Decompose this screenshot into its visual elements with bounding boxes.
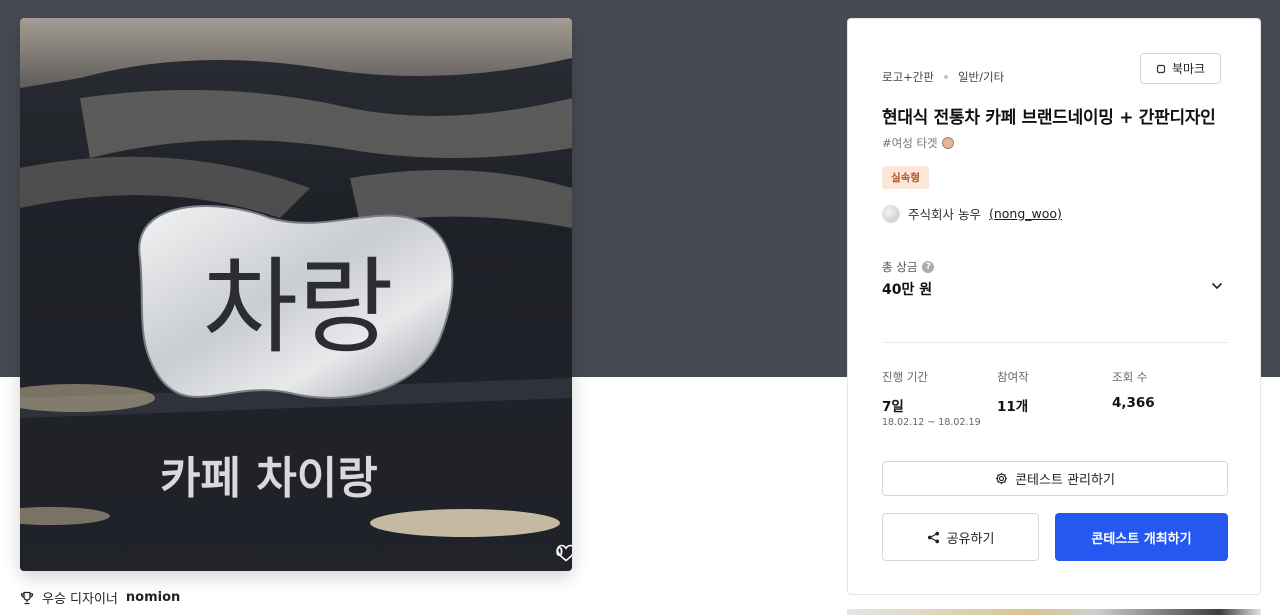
- prize-label-text: 총 상금: [882, 260, 918, 274]
- gear-icon: [996, 472, 1008, 485]
- category-separator: [943, 75, 948, 79]
- share-icon: [927, 531, 939, 543]
- target-tag-text: #여성 타겟: [882, 136, 938, 150]
- plan-type-badge: 실속형: [882, 166, 929, 189]
- entries-value: 11개: [997, 399, 1029, 415]
- divider: [882, 342, 1228, 343]
- bookmark-button[interactable]: 북마크: [1140, 53, 1221, 84]
- category-secondary[interactable]: 일반/기타: [958, 69, 1004, 85]
- bookmark-icon: [1156, 64, 1166, 73]
- trophy-icon: [20, 591, 34, 604]
- winner-label: 우승 디자이너: [42, 592, 118, 607]
- prize-label: 총 상금 ?: [882, 259, 935, 275]
- host-name: 주식회사 농우: [908, 207, 981, 222]
- host-info[interactable]: 주식회사 농우 (nong_woo): [882, 204, 1062, 223]
- help-icon[interactable]: ?: [922, 261, 935, 273]
- views-value: 4,366: [1112, 395, 1155, 411]
- category-breadcrumb: 로고+간판 일반/기타: [882, 69, 1004, 85]
- contest-title: 현대식 전통차 카페 브랜드네이밍 + 간판디자인: [882, 108, 1216, 128]
- host-avatar: [882, 204, 900, 223]
- host-id[interactable]: (nong_woo): [989, 206, 1062, 221]
- host-contest-button[interactable]: 콘테스트 개최하기: [1055, 513, 1228, 561]
- manage-contest-button[interactable]: 콘테스트 관리하기: [882, 461, 1228, 496]
- like-button[interactable]: 0: [556, 544, 572, 562]
- period-label: 진행 기간: [882, 370, 928, 384]
- category-primary[interactable]: 로고+간판: [882, 69, 934, 85]
- views-label: 조회 수: [1112, 370, 1148, 384]
- sign-photo: 차랑 카페 차이랑: [20, 18, 572, 571]
- chevron-down-icon[interactable]: [1210, 279, 1224, 293]
- prize-value: 40만 원: [882, 282, 933, 298]
- contest-info-panel: 북마크 로고+간판 일반/기타 현대식 전통차 카페 브랜드네이밍 + 간판디자…: [847, 18, 1261, 595]
- sign-main-text: 차랑: [202, 246, 393, 368]
- woman-face-icon: [941, 137, 954, 149]
- winner-name[interactable]: nomion: [126, 590, 180, 605]
- share-button[interactable]: 공유하기: [882, 513, 1039, 561]
- host-contest-label: 콘테스트 개최하기: [1091, 531, 1192, 547]
- share-label: 공유하기: [946, 531, 995, 547]
- period-range: 18.02.12 ~ 18.02.19: [882, 417, 981, 428]
- sign-sub-text: 카페 차이랑: [160, 453, 378, 504]
- bookmark-label: 북마크: [1171, 62, 1206, 76]
- contest-main-image[interactable]: 차랑 카페 차이랑 0: [20, 18, 572, 571]
- manage-contest-label: 콘테스트 관리하기: [1015, 473, 1115, 488]
- entries-label: 참여작: [997, 370, 1029, 384]
- next-section-preview: [847, 609, 1261, 615]
- winner-designer: 우승 디자이너 nomion: [20, 588, 180, 607]
- period-value: 7일: [882, 399, 904, 415]
- target-tag: #여성 타겟: [882, 135, 954, 151]
- heart-icon: [556, 544, 572, 562]
